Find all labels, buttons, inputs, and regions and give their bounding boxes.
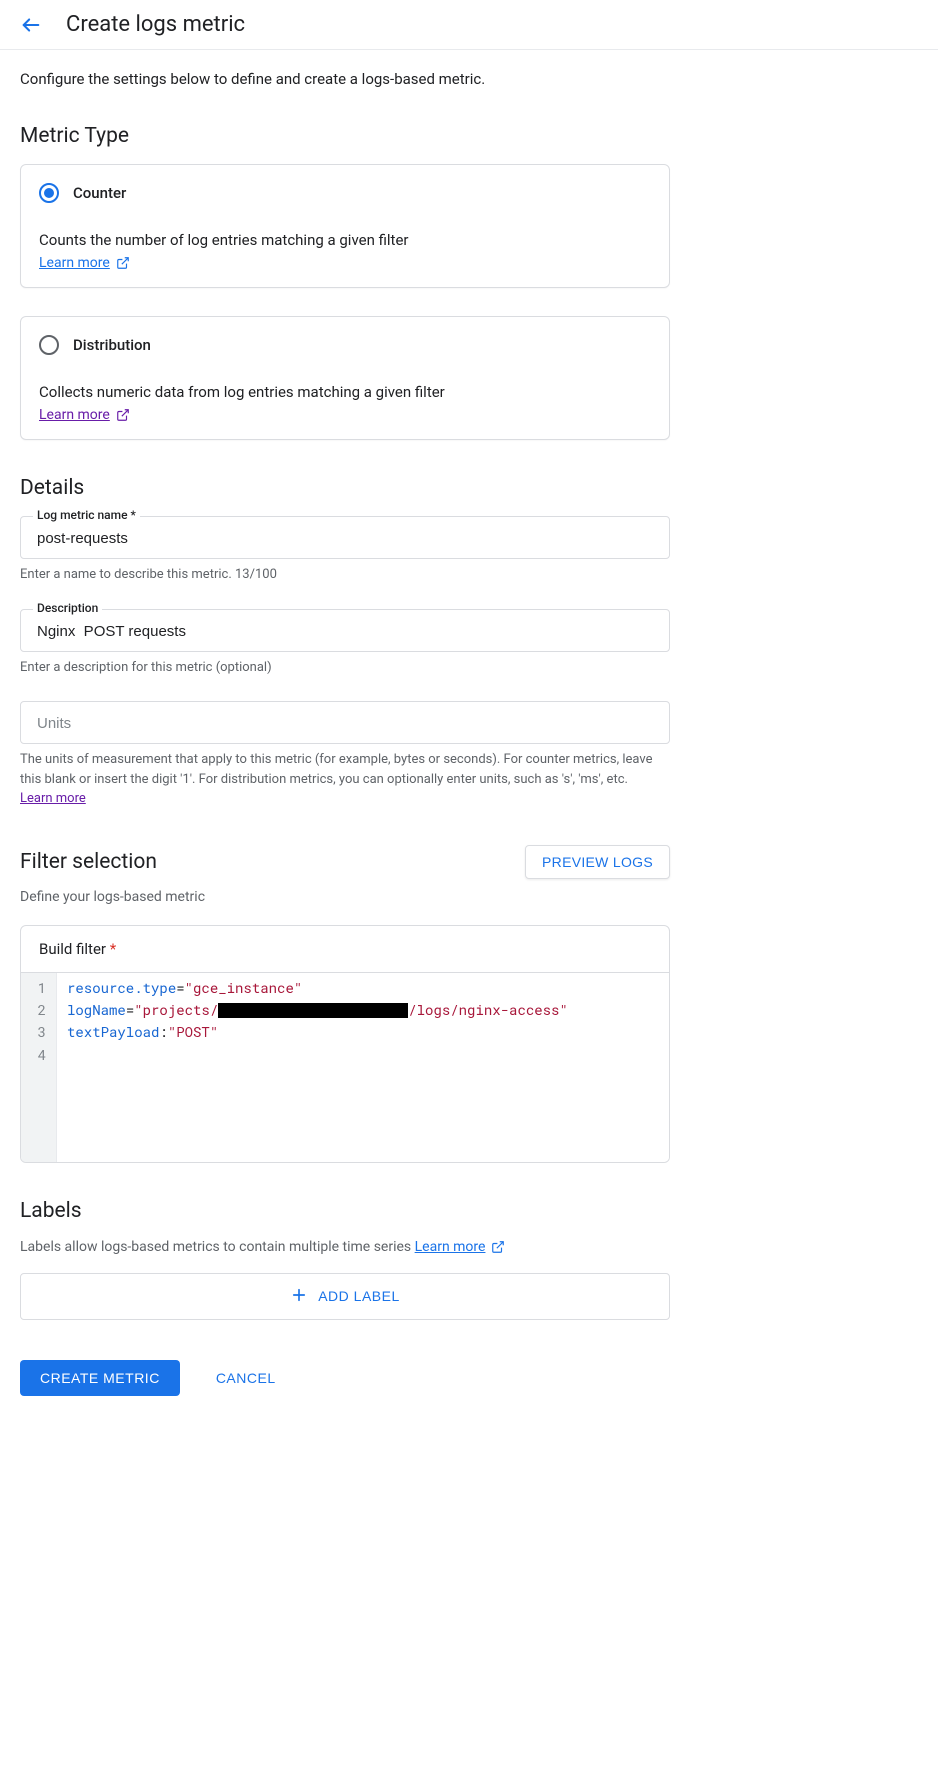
units-help-text: The units of measurement that apply to t… — [20, 752, 653, 787]
description-label: Description — [33, 601, 102, 615]
external-link-icon — [116, 256, 130, 270]
learn-more-units-link[interactable]: Learn more — [20, 789, 86, 809]
code-token: "gce_instance" — [185, 978, 303, 997]
units-field-wrapper — [20, 701, 670, 744]
learn-more-distribution-link[interactable]: Learn more — [39, 407, 130, 423]
filter-code-editor[interactable]: 1234 resource.type="gce_instance" logNam… — [21, 972, 669, 1162]
external-link-icon — [116, 408, 130, 422]
description-help: Enter a description for this metric (opt… — [20, 658, 670, 678]
page-header: Create logs metric — [0, 0, 938, 50]
units-input[interactable] — [35, 714, 655, 733]
filter-subtext: Define your logs-based metric — [20, 889, 918, 905]
intro-text: Configure the settings below to define a… — [20, 70, 918, 88]
code-token: textPayload — [67, 1022, 159, 1041]
log-metric-name-help: Enter a name to describe this metric. 13… — [20, 565, 670, 585]
radio-distribution-desc: Collects numeric data from log entries m… — [39, 383, 651, 401]
filter-code-lines[interactable]: resource.type="gce_instance" logName="pr… — [57, 973, 669, 1162]
build-filter-box: Build filter * 1234 resource.type="gce_i… — [20, 925, 670, 1163]
code-token: "POST" — [168, 1022, 218, 1041]
create-metric-button[interactable]: CREATE METRIC — [20, 1360, 180, 1396]
redacted-project-id — [218, 1003, 408, 1018]
cancel-button[interactable]: CANCEL — [210, 1369, 282, 1387]
code-token: = — [126, 1000, 134, 1019]
external-link-icon — [491, 1240, 505, 1254]
add-label-text: ADD LABEL — [318, 1288, 400, 1304]
description-field-wrapper: Description — [20, 609, 670, 652]
radio-card-distribution[interactable]: Distribution Collects numeric data from … — [20, 316, 670, 440]
code-token: "projects/ — [134, 1000, 218, 1019]
learn-more-labels-text: Learn more — [415, 1239, 486, 1255]
description-input[interactable] — [35, 622, 655, 641]
log-metric-name-label: Log metric name * — [33, 508, 140, 522]
build-filter-label: Build filter — [39, 940, 106, 958]
radio-distribution[interactable] — [39, 335, 59, 355]
metric-type-heading: Metric Type — [20, 124, 918, 148]
line-gutter: 1234 — [21, 973, 57, 1162]
learn-more-units-text: Learn more — [20, 789, 86, 809]
log-metric-name-input[interactable] — [35, 529, 655, 548]
add-label-button[interactable]: ADD LABEL — [20, 1273, 670, 1320]
filter-heading: Filter selection — [20, 850, 157, 874]
radio-card-counter[interactable]: Counter Counts the number of log entries… — [20, 164, 670, 288]
learn-more-labels-link[interactable]: Learn more — [415, 1239, 506, 1255]
code-token: = — [176, 978, 184, 997]
required-star: * — [110, 940, 116, 958]
labels-heading: Labels — [20, 1199, 918, 1223]
labels-desc: Labels allow logs-based metrics to conta… — [20, 1239, 670, 1255]
preview-logs-button[interactable]: PREVIEW LOGS — [525, 845, 670, 879]
code-token: /logs/nginx-access" — [408, 1000, 568, 1019]
learn-more-counter-link[interactable]: Learn more — [39, 255, 130, 271]
page-title: Create logs metric — [66, 12, 245, 37]
plus-icon — [290, 1286, 308, 1307]
details-heading: Details — [20, 476, 918, 500]
radio-counter-label: Counter — [73, 184, 126, 202]
code-token: logName — [67, 1000, 126, 1019]
log-metric-name-field-wrapper: Log metric name * — [20, 516, 670, 559]
labels-desc-text: Labels allow logs-based metrics to conta… — [20, 1239, 415, 1255]
radio-distribution-label: Distribution — [73, 336, 151, 354]
units-help: The units of measurement that apply to t… — [20, 750, 670, 809]
back-arrow-icon[interactable] — [20, 14, 42, 36]
code-token: resource.type — [67, 978, 176, 997]
radio-counter-desc: Counts the number of log entries matchin… — [39, 231, 651, 249]
radio-counter[interactable] — [39, 183, 59, 203]
learn-more-counter-text: Learn more — [39, 255, 110, 271]
code-token: : — [159, 1022, 167, 1041]
learn-more-distribution-text: Learn more — [39, 407, 110, 423]
